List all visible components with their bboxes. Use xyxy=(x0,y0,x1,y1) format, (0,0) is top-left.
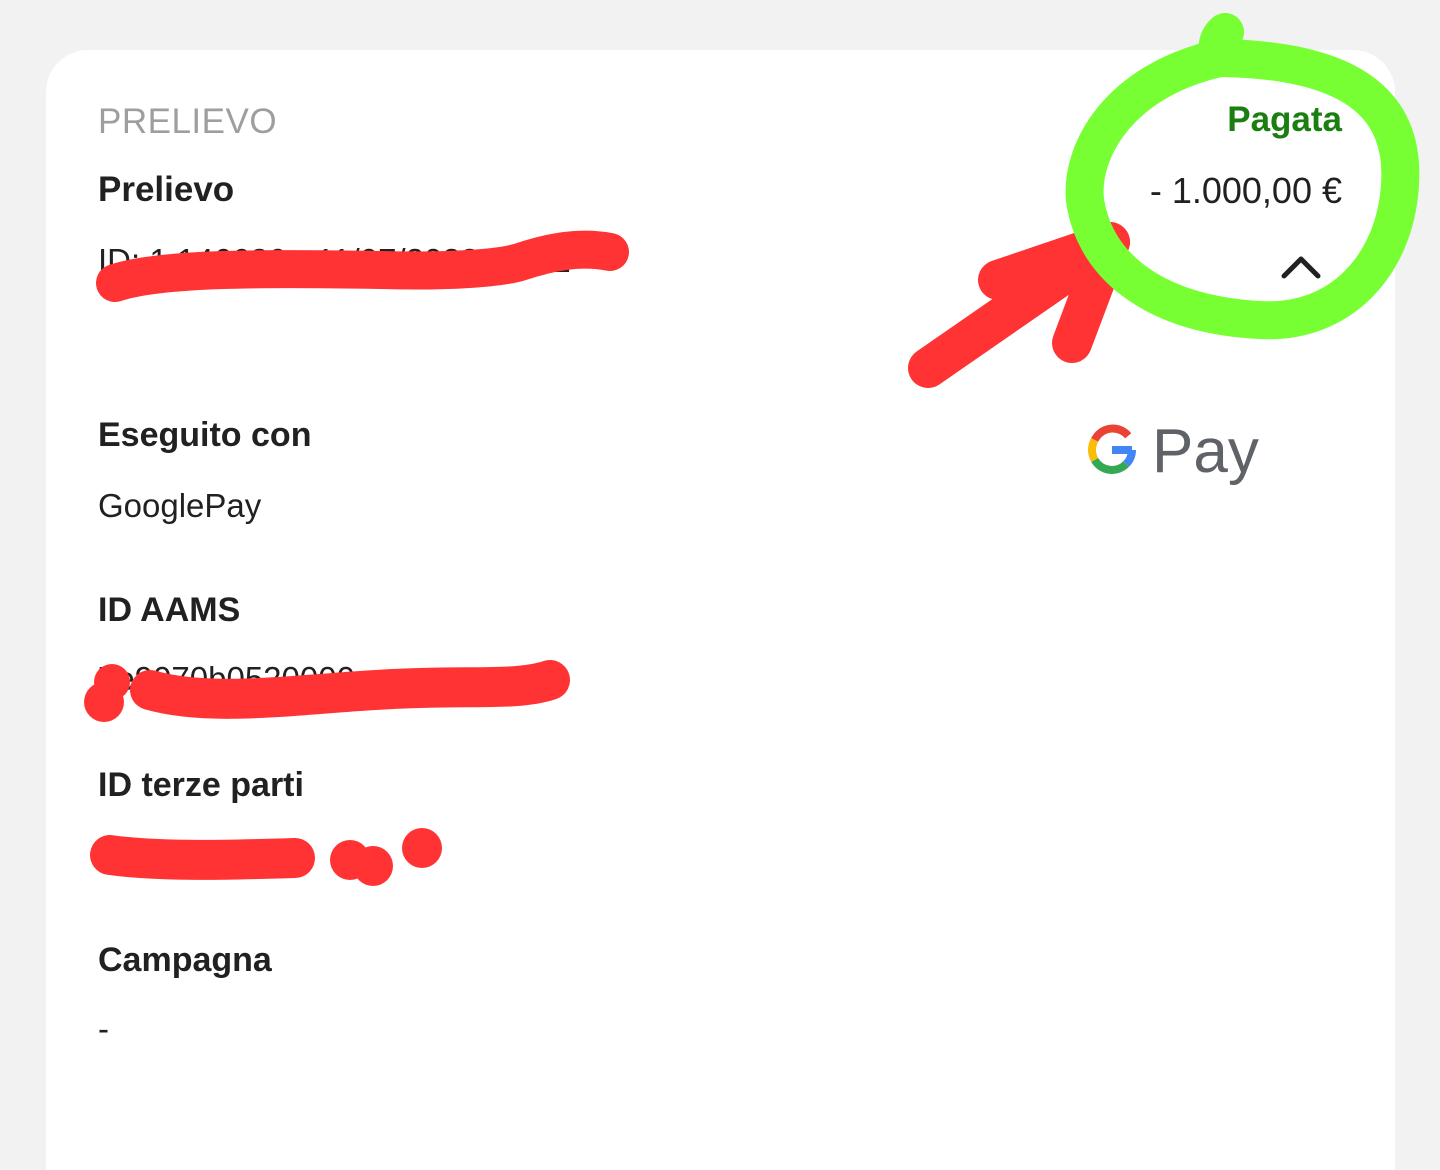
transaction-amount: - 1.000,00 € xyxy=(1149,170,1342,211)
chevron-up-icon xyxy=(1281,256,1321,279)
method-label: Eseguito con xyxy=(98,416,312,454)
gpay-text: Pay xyxy=(1152,417,1259,486)
google-g-icon xyxy=(1088,424,1136,474)
transaction-title: Prelievo xyxy=(98,170,235,209)
third-party-value: 59661441 xyxy=(98,835,245,872)
campaign-label: Campagna xyxy=(98,941,272,979)
third-party-label: ID terze parti xyxy=(98,766,304,804)
aams-value: 7e9070b0520000 xyxy=(98,660,355,697)
method-value: GooglePay xyxy=(98,487,262,524)
campaign-value: - xyxy=(98,1010,109,1047)
aams-label: ID AAMS xyxy=(98,591,241,629)
transaction-category: PRELIEVO xyxy=(98,102,278,141)
transaction-id: ID: 1 146680 - 11/07/2023 17:42 xyxy=(98,242,571,279)
status-badge: Pagata xyxy=(1227,100,1342,139)
google-pay-logo: Pay xyxy=(1082,416,1262,492)
collapse-button[interactable] xyxy=(1276,246,1326,286)
transaction-card[interactable]: PRELIEVO Prelievo ID: 1 146680 - 11/07/2… xyxy=(46,50,1395,1170)
